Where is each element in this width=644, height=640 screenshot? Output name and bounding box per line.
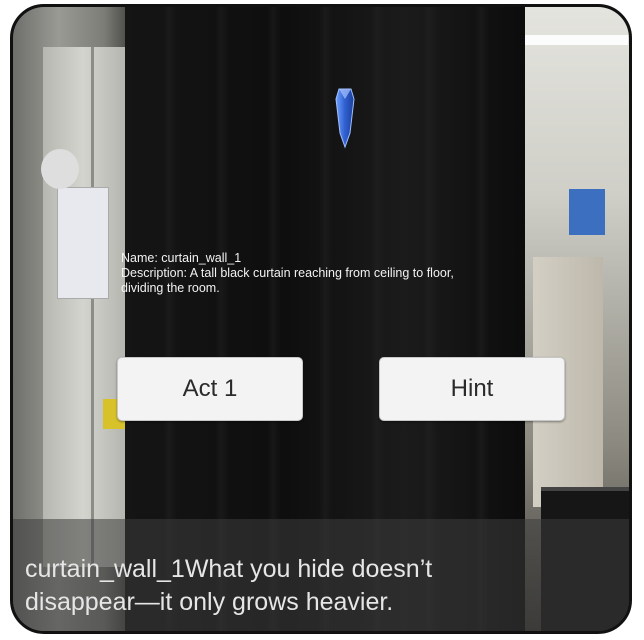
wall-poster — [57, 187, 109, 299]
plush-toy — [41, 149, 79, 189]
blue-sign — [569, 189, 605, 235]
object-info-panel: Name: curtain_wall_1 Description: A tall… — [121, 251, 581, 296]
object-description-continued: dividing the room. — [121, 281, 220, 295]
crystal-marker-icon[interactable] — [335, 87, 355, 149]
object-description: Description: A tall black curtain reachi… — [121, 266, 454, 280]
object-name: Name: curtain_wall_1 — [121, 251, 242, 265]
ceiling-light — [518, 35, 628, 45]
subtitle-line-1: curtain_wall_1What you hide doesn’t — [25, 555, 433, 583]
act-1-button[interactable]: Act 1 — [117, 357, 303, 421]
subtitle-line-2: disappear—it only grows heavier. — [25, 588, 394, 616]
subtitle-text: curtain_wall_1What you hide doesn’t disa… — [25, 553, 535, 619]
ar-viewport: Name: curtain_wall_1 Description: A tall… — [10, 4, 632, 634]
cabinet-seam — [91, 47, 94, 567]
hint-button[interactable]: Hint — [379, 357, 565, 421]
